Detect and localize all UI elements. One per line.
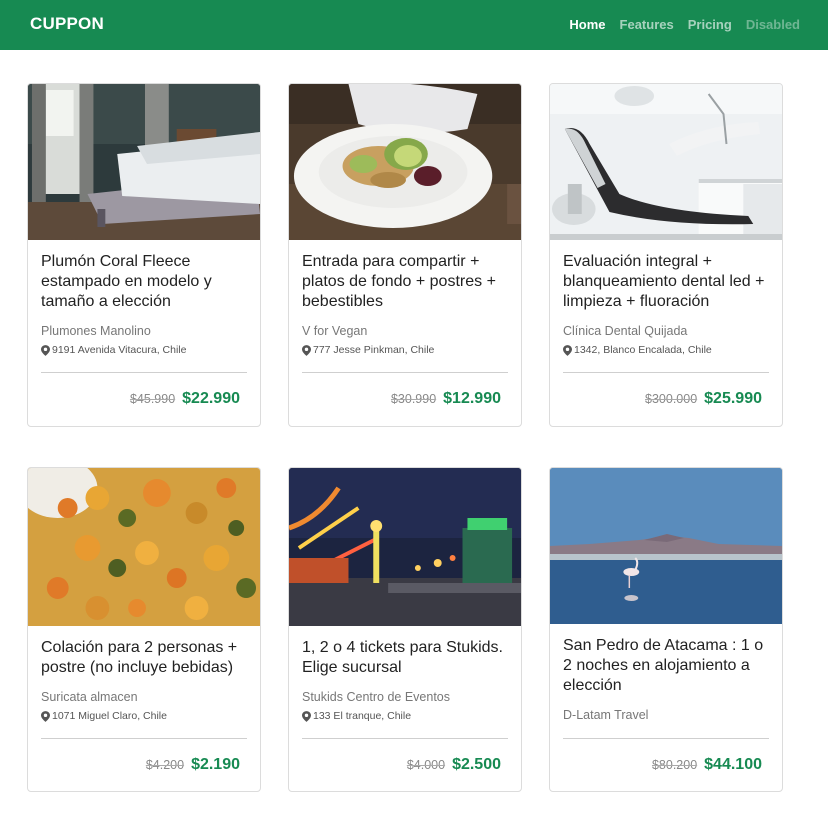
deal-card[interactable]: Plumón Coral Fleece estampado en modelo … bbox=[27, 83, 261, 427]
deal-card[interactable]: Entrada para compartir + platos de fondo… bbox=[288, 83, 522, 427]
deal-card[interactable]: 1, 2 o 4 tickets para Stukids. Elige suc… bbox=[288, 467, 522, 792]
price-row: $300.000 $25.990 bbox=[645, 390, 762, 408]
deal-title[interactable]: Colación para 2 personas + postre (no in… bbox=[41, 638, 247, 678]
price-row: $80.200 $44.100 bbox=[652, 756, 762, 774]
original-price: $45.990 bbox=[129, 392, 176, 406]
discount-price: $2.190 bbox=[191, 756, 240, 773]
merchant-address: 1071 Miguel Claro, Chile bbox=[41, 710, 247, 722]
brand-logo[interactable]: CUPPON bbox=[30, 14, 104, 34]
deal-title[interactable]: Plumón Coral Fleece estampado en modelo … bbox=[41, 252, 247, 312]
deal-title[interactable]: Evaluación integral + blanqueamiento den… bbox=[563, 252, 769, 312]
price-row: $45.990 $22.990 bbox=[130, 390, 240, 408]
discount-price: $12.990 bbox=[443, 390, 501, 407]
deal-card[interactable]: San Pedro de Atacama : 1 o 2 noches en a… bbox=[549, 467, 783, 792]
deal-card[interactable]: Evaluación integral + blanqueamiento den… bbox=[549, 83, 783, 427]
discount-price: $22.990 bbox=[182, 390, 240, 407]
map-pin-icon bbox=[41, 710, 50, 722]
discount-price: $2.500 bbox=[452, 756, 501, 773]
card-divider bbox=[563, 372, 769, 373]
deal-image-amusement-park[interactable] bbox=[289, 468, 521, 626]
price-row: $4.000 $2.500 bbox=[407, 756, 501, 774]
price-row: $4.200 $2.190 bbox=[146, 756, 240, 774]
card-divider bbox=[41, 738, 247, 739]
address-text: 9191 Avenida Vitacura, Chile bbox=[52, 344, 187, 356]
map-pin-icon bbox=[563, 344, 572, 356]
merchant-name: Suricata almacen bbox=[41, 690, 138, 704]
deal-image-salad[interactable] bbox=[289, 84, 521, 240]
nav-link-disabled: Disabled bbox=[745, 17, 800, 32]
deal-image-dental[interactable] bbox=[550, 84, 782, 240]
merchant-address: 133 El tranque, Chile bbox=[302, 710, 508, 722]
address-text: 1071 Miguel Claro, Chile bbox=[52, 710, 167, 722]
discount-price: $44.100 bbox=[704, 756, 762, 773]
deal-title[interactable]: Entrada para compartir + platos de fondo… bbox=[302, 252, 508, 312]
discount-price: $25.990 bbox=[704, 390, 762, 407]
nav-link-features[interactable]: Features bbox=[620, 17, 674, 32]
deal-image-flamingo-lake[interactable] bbox=[550, 468, 782, 624]
deal-image-stew[interactable] bbox=[28, 468, 260, 626]
merchant-address: 777 Jesse Pinkman, Chile bbox=[302, 344, 508, 356]
card-divider bbox=[302, 738, 508, 739]
original-price: $300.000 bbox=[645, 392, 698, 406]
deal-image-bedroom[interactable] bbox=[28, 84, 260, 240]
original-price: $30.990 bbox=[390, 392, 437, 406]
original-price: $80.200 bbox=[651, 758, 698, 772]
address-text: 1342, Blanco Encalada, Chile bbox=[574, 344, 712, 356]
nav-link-home[interactable]: Home bbox=[569, 17, 605, 32]
merchant-address: 9191 Avenida Vitacura, Chile bbox=[41, 344, 247, 356]
merchant-name: Plumones Manolino bbox=[41, 324, 151, 338]
original-price: $4.000 bbox=[406, 758, 446, 772]
navbar: CUPPON Home Features Pricing Disabled bbox=[0, 0, 828, 50]
map-pin-icon bbox=[302, 344, 311, 356]
price-row: $30.990 $12.990 bbox=[391, 390, 501, 408]
card-divider bbox=[302, 372, 508, 373]
address-text: 133 El tranque, Chile bbox=[313, 710, 412, 722]
address-text: 777 Jesse Pinkman, Chile bbox=[313, 344, 435, 356]
merchant-address: 1342, Blanco Encalada, Chile bbox=[563, 344, 769, 356]
map-pin-icon bbox=[41, 344, 50, 356]
nav-link-pricing[interactable]: Pricing bbox=[688, 17, 732, 32]
merchant-name: V for Vegan bbox=[302, 324, 368, 338]
deal-card[interactable]: Colación para 2 personas + postre (no in… bbox=[27, 467, 261, 792]
deal-title[interactable]: San Pedro de Atacama : 1 o 2 noches en a… bbox=[563, 636, 769, 696]
merchant-name: Clínica Dental Quijada bbox=[563, 324, 688, 338]
original-price: $4.200 bbox=[145, 758, 185, 772]
merchant-name: D-Latam Travel bbox=[563, 708, 649, 722]
card-divider bbox=[41, 372, 247, 373]
map-pin-icon bbox=[302, 710, 311, 722]
deal-title[interactable]: 1, 2 o 4 tickets para Stukids. Elige suc… bbox=[302, 638, 508, 678]
nav-links: Home Features Pricing Disabled bbox=[569, 17, 800, 32]
card-divider bbox=[563, 738, 769, 739]
merchant-name: Stukids Centro de Eventos bbox=[302, 690, 450, 704]
